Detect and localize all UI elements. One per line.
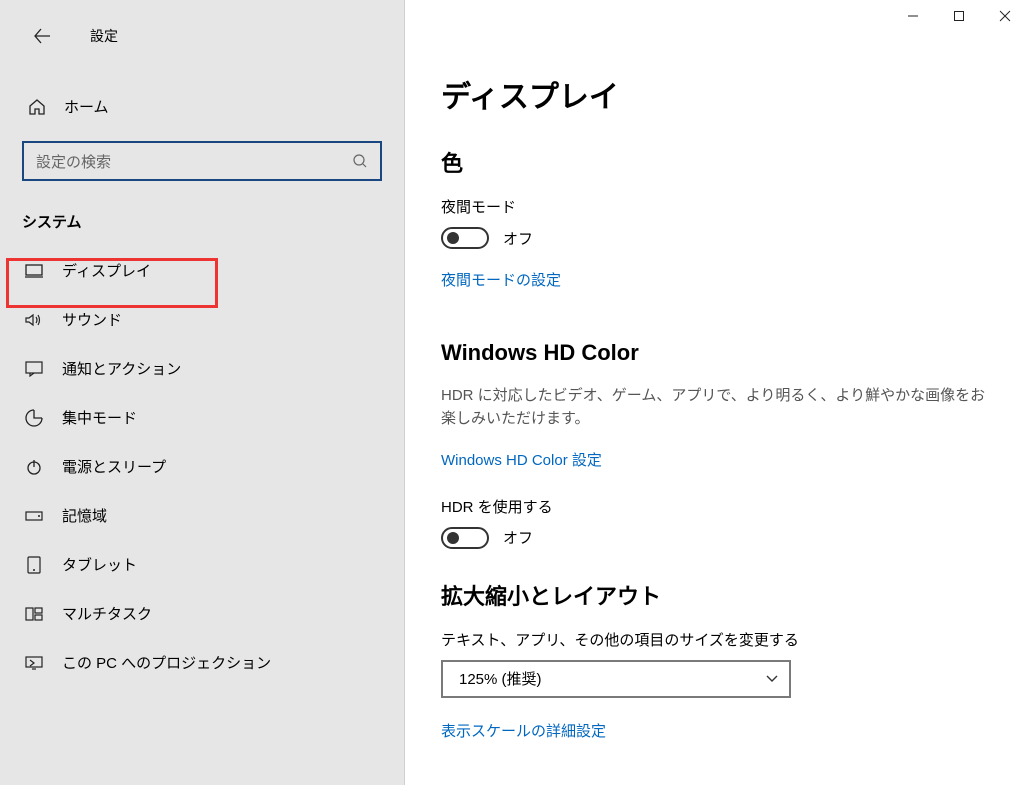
use-hdr-toggle[interactable]	[441, 527, 489, 549]
search-icon	[340, 153, 380, 169]
advanced-scale-link[interactable]: 表示スケールの詳細設定	[441, 720, 606, 741]
sidebar-item-power[interactable]: 電源とスリープ	[0, 442, 404, 491]
search-input[interactable]: 設定の検索	[22, 141, 382, 181]
sidebar-item-label: 電源とスリープ	[62, 456, 166, 477]
sidebar-item-label: 通知とアクション	[62, 358, 181, 379]
sidebar-item-focus[interactable]: 集中モード	[0, 393, 404, 442]
night-mode-state: オフ	[503, 228, 533, 249]
sidebar-item-sound[interactable]: サウンド	[0, 295, 404, 344]
sidebar-item-label: タブレット	[62, 554, 137, 575]
sidebar-item-tablet[interactable]: タブレット	[0, 540, 404, 589]
night-mode-settings-link[interactable]: 夜間モードの設定	[441, 269, 561, 290]
back-button[interactable]	[22, 16, 62, 56]
home-label: ホーム	[64, 96, 109, 117]
minimize-button[interactable]	[890, 0, 936, 32]
sidebar-item-label: 記憶域	[62, 505, 107, 526]
use-hdr-label: HDR を使用する	[441, 496, 992, 517]
minimize-icon	[907, 10, 919, 22]
hdcolor-link[interactable]: Windows HD Color 設定	[441, 449, 602, 470]
window-title: 設定	[90, 26, 118, 46]
section-hdcolor: Windows HD Color	[441, 340, 992, 366]
sidebar-item-label: マルチタスク	[62, 603, 152, 624]
search-placeholder: 設定の検索	[24, 151, 340, 172]
tablet-icon	[24, 556, 44, 574]
hdcolor-desc: HDR に対応したビデオ、ゲーム、アプリで、より明るく、より鮮やかな画像をお楽し…	[441, 384, 992, 431]
resize-label: テキスト、アプリ、その他の項目のサイズを変更する	[441, 629, 992, 650]
display-icon	[24, 264, 44, 278]
scale-dropdown[interactable]: 125% (推奨)	[441, 660, 791, 698]
sidebar-item-label: ディスプレイ	[62, 260, 151, 281]
maximize-icon	[953, 10, 965, 22]
maximize-button[interactable]	[936, 0, 982, 32]
sound-icon	[24, 313, 44, 327]
page-title: ディスプレイ	[441, 72, 992, 116]
use-hdr-state: オフ	[503, 527, 533, 548]
toggle-knob-icon	[447, 532, 459, 544]
sidebar-item-label: この PC へのプロジェクション	[62, 652, 271, 673]
home-icon	[28, 98, 46, 116]
toggle-knob-icon	[447, 232, 459, 244]
night-mode-label: 夜間モード	[441, 196, 992, 217]
power-icon	[24, 459, 44, 475]
notification-icon	[24, 361, 44, 377]
section-color: 色	[441, 146, 992, 178]
multitask-icon	[24, 607, 44, 621]
sidebar-item-notifications[interactable]: 通知とアクション	[0, 344, 404, 393]
night-mode-toggle[interactable]	[441, 227, 489, 249]
nav-home[interactable]: ホーム	[0, 86, 404, 127]
close-icon	[999, 10, 1011, 22]
section-scale: 拡大縮小とレイアウト	[441, 579, 992, 611]
sidebar-item-storage[interactable]: 記憶域	[0, 491, 404, 540]
sidebar-item-multitask[interactable]: マルチタスク	[0, 589, 404, 638]
sidebar-item-label: サウンド	[62, 309, 122, 330]
sidebar-item-label: 集中モード	[62, 407, 137, 428]
scale-dropdown-value: 125% (推奨)	[459, 668, 542, 689]
focus-icon	[24, 409, 44, 427]
arrow-left-icon	[32, 26, 52, 46]
projection-icon	[24, 656, 44, 670]
sidebar-section: システム	[22, 211, 404, 232]
sidebar-item-display[interactable]: ディスプレイ	[0, 246, 404, 295]
chevron-down-icon	[765, 674, 779, 684]
storage-icon	[24, 511, 44, 521]
close-button[interactable]	[982, 0, 1028, 32]
sidebar-item-projection[interactable]: この PC へのプロジェクション	[0, 638, 404, 687]
